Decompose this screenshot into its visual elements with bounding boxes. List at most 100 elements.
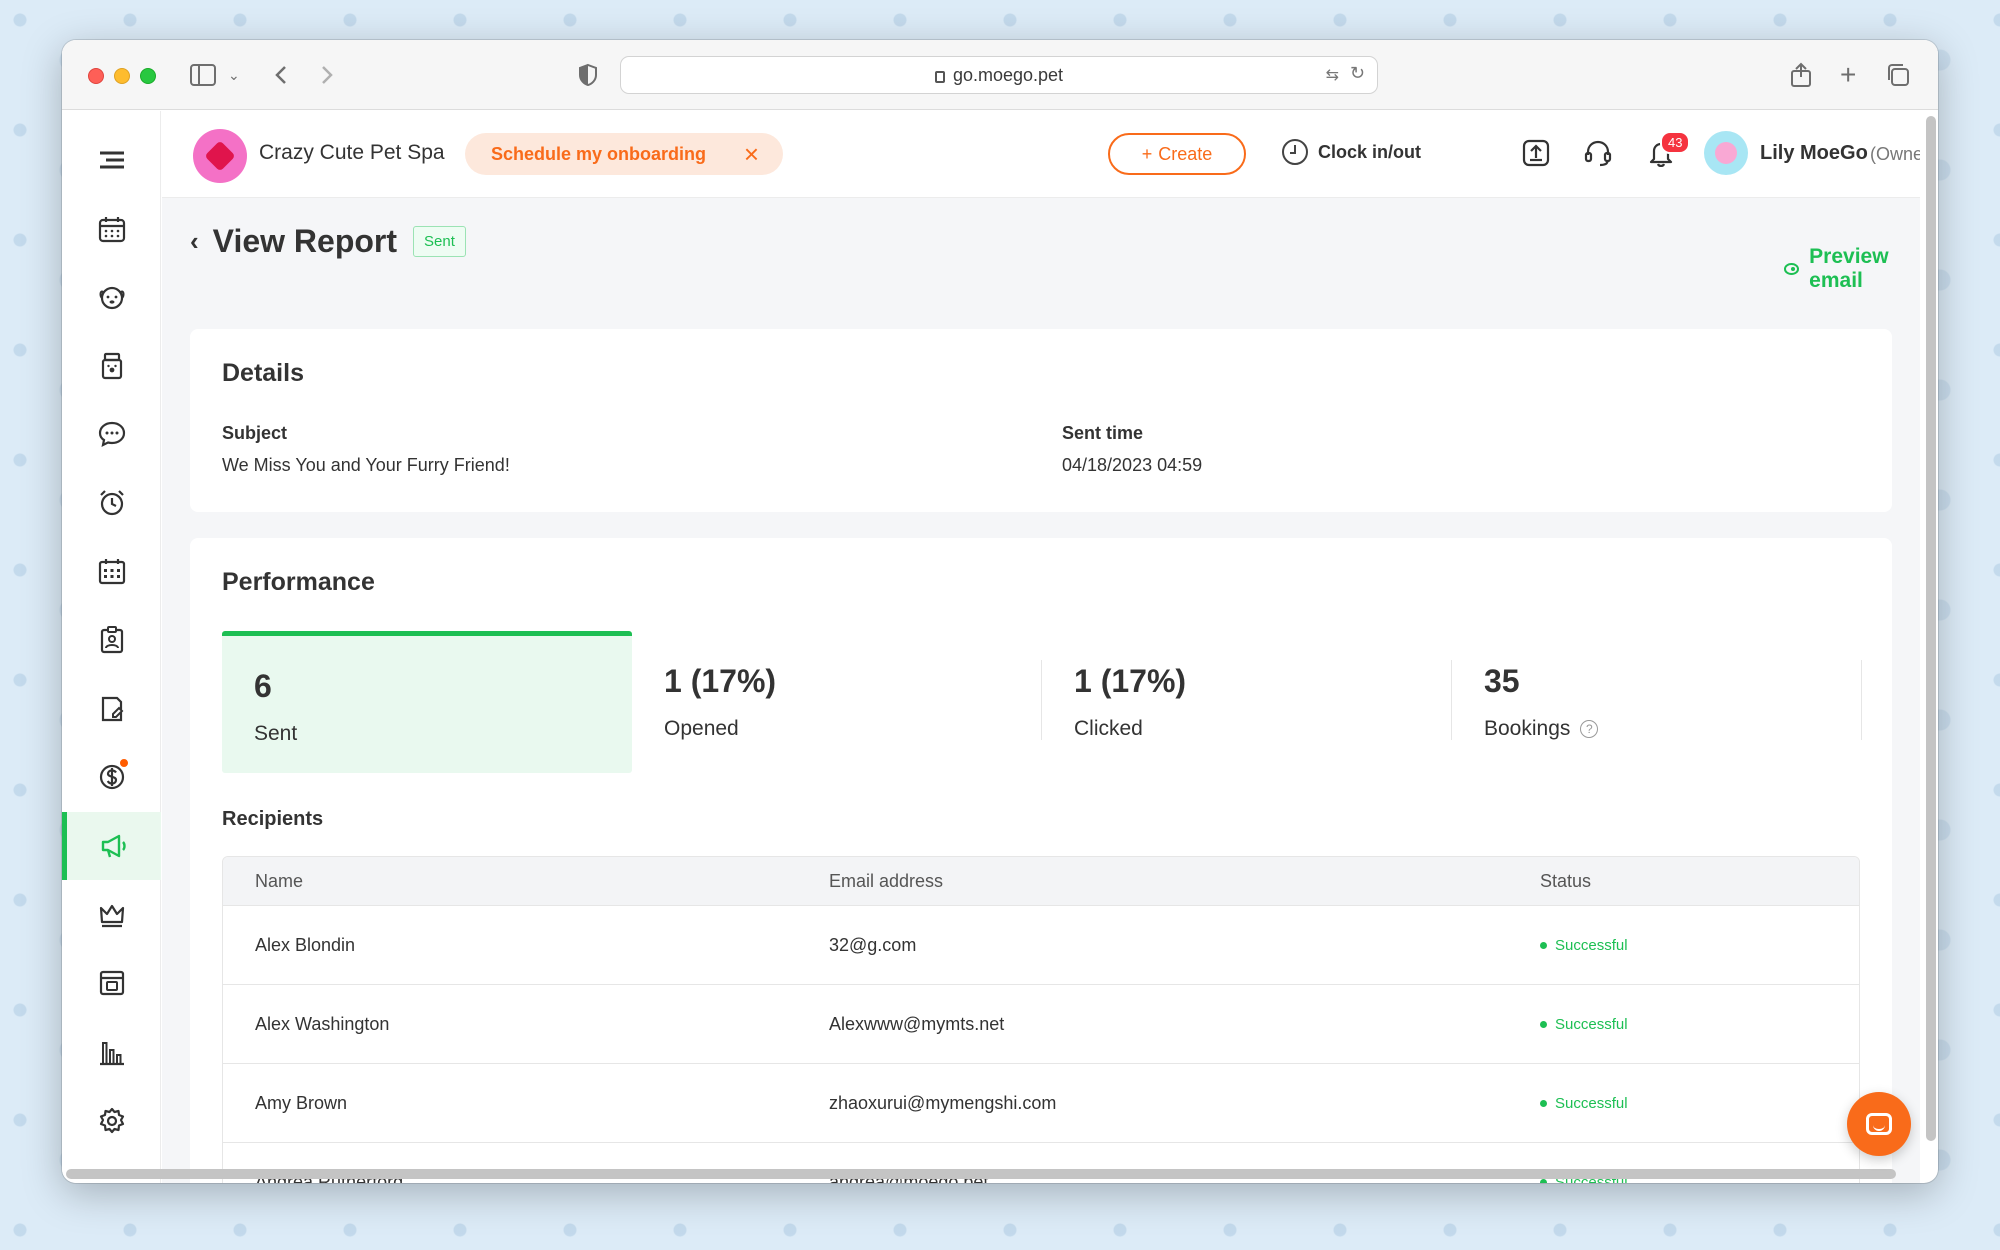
clock-in-out-button[interactable]: Clock in/out — [1282, 139, 1421, 165]
onboarding-label[interactable]: Schedule my onboarding — [491, 144, 706, 165]
stat-divider — [1861, 660, 1862, 740]
onboarding-banner[interactable]: Schedule my onboarding × — [465, 133, 783, 175]
status-badge: Sent — [413, 226, 466, 257]
create-label: Create — [1158, 143, 1213, 164]
plus-icon: + — [1141, 143, 1153, 164]
back-arrow-icon[interactable]: ‹ — [190, 226, 199, 257]
support-headset-icon[interactable] — [1582, 137, 1614, 169]
stat-label: Bookings? — [1484, 717, 1599, 741]
recipient-email: 32@g.com — [829, 934, 917, 955]
top-bar: Crazy Cute Pet Spa Schedule my onboardin… — [162, 111, 1920, 198]
column-header-status: Status — [1540, 870, 1592, 891]
status-badge: Successful — [1540, 937, 1628, 954]
sent-time-value: 04/18/2023 04:59 — [1062, 455, 1203, 475]
recipient-name: Amy Brown — [255, 1092, 348, 1113]
schedule-icon[interactable] — [62, 537, 161, 605]
avatar-image — [1715, 142, 1737, 164]
chevron-down-icon[interactable]: ⌄ — [228, 58, 240, 92]
column-header-name: Name — [255, 870, 304, 891]
chat-support-button[interactable] — [1847, 1092, 1911, 1156]
performance-title: Performance — [222, 568, 375, 596]
details-title: Details — [222, 359, 304, 387]
stat-value: 1 (17%) — [1074, 663, 1187, 699]
report-icon[interactable] — [62, 1018, 161, 1086]
notification-count-badge: 43 — [1660, 131, 1691, 154]
status-dot-icon — [1540, 1099, 1547, 1107]
details-card: Details Subject We Miss You and Your Fur… — [190, 329, 1892, 512]
client-icon[interactable] — [62, 606, 161, 674]
status-dot-icon — [1540, 1178, 1547, 1183]
recipient-name: Alex Blondin — [255, 934, 356, 955]
upload-icon[interactable] — [1520, 137, 1552, 169]
vertical-scrollbar[interactable] — [1926, 116, 1936, 1141]
status-badge: Successful — [1540, 1095, 1628, 1112]
preview-email-label: Preview email — [1809, 245, 1889, 292]
status-dot-icon — [1540, 941, 1547, 949]
reload-icon[interactable]: ↻ — [1350, 63, 1365, 84]
clock-label: Clock in/out — [1318, 141, 1421, 162]
app-sidebar — [62, 111, 161, 1183]
business-name[interactable]: Crazy Cute Pet Spa — [259, 141, 445, 165]
new-tab-icon[interactable]: + — [1840, 58, 1856, 92]
agreement-icon[interactable] — [62, 675, 161, 743]
stat-clicked[interactable]: 1 (17%) Clicked — [1042, 631, 1452, 773]
calendar-icon[interactable] — [62, 195, 161, 263]
tab-overview-icon[interactable] — [1886, 58, 1910, 92]
stat-label: Sent — [254, 722, 298, 745]
avatar[interactable] — [1704, 131, 1748, 175]
back-nav-icon[interactable] — [274, 58, 288, 92]
status-dot-icon — [1540, 1020, 1547, 1028]
retail-icon[interactable] — [62, 332, 161, 400]
stat-sent[interactable]: 6 Sent — [222, 631, 632, 773]
fullscreen-window-button[interactable] — [140, 68, 156, 84]
subject-value: We Miss You and Your Furry Friend! — [222, 455, 510, 475]
recipient-email: zhaoxurui@mymengshi.com — [829, 1092, 1057, 1113]
settings-icon[interactable] — [62, 1087, 161, 1155]
forward-nav-icon[interactable] — [320, 58, 334, 92]
share-icon[interactable] — [1790, 58, 1812, 92]
booking-icon[interactable] — [62, 949, 161, 1017]
url-text: go.moego.pet — [952, 64, 1064, 85]
sidebar-toggle-icon[interactable] — [188, 58, 218, 92]
stat-opened[interactable]: 1 (17%) Opened — [632, 631, 1042, 773]
stat-value: 35 — [1484, 663, 1520, 699]
stat-label: Clicked — [1074, 717, 1143, 740]
address-bar[interactable]: go.moego.pet ⇆ ↻ — [620, 56, 1378, 94]
close-icon[interactable]: × — [744, 139, 759, 170]
minimize-window-button[interactable] — [114, 68, 130, 84]
user-name[interactable]: Lily MoeGo — [1760, 142, 1868, 165]
table-row[interactable]: Alex Washington Alexwww@mymts.net Succes… — [223, 984, 1859, 1063]
message-icon[interactable] — [62, 400, 161, 468]
status-badge: Successful — [1540, 1016, 1628, 1033]
create-button[interactable]: + Create — [1108, 133, 1246, 175]
privacy-shield-icon[interactable] — [578, 58, 598, 92]
browser-toolbar: ⌄ go.moego.pet ⇆ ↻ + — [62, 40, 1938, 110]
payment-icon[interactable] — [62, 743, 161, 811]
browser-window: ⌄ go.moego.pet ⇆ ↻ + Crazy Cute Pet Spa … — [62, 40, 1938, 1183]
marketing-icon[interactable] — [62, 812, 161, 880]
menu-icon[interactable] — [62, 126, 161, 194]
horizontal-scrollbar[interactable] — [66, 1169, 1896, 1179]
page-title: View Report — [212, 223, 398, 259]
recipients-title: Recipients — [222, 808, 324, 830]
heart-icon — [204, 140, 236, 172]
clock-icon — [1282, 139, 1308, 165]
membership-icon[interactable] — [62, 881, 161, 949]
business-avatar[interactable] — [193, 129, 247, 183]
performance-card: Performance 6 Sent 1 (17%) Opened 1 (17%… — [190, 538, 1892, 1183]
stat-label: Opened — [664, 717, 739, 740]
lock-icon — [934, 71, 945, 83]
chat-icon — [1866, 1113, 1892, 1135]
preview-email-link[interactable]: Preview email — [1784, 245, 1920, 293]
stat-bookings[interactable]: 35 Bookings? — [1452, 631, 1862, 773]
table-header: Name Email address Status — [223, 857, 1859, 905]
table-row[interactable]: Alex Blondin 32@g.com Successful — [223, 905, 1859, 984]
stat-value: 6 — [254, 668, 272, 704]
close-window-button[interactable] — [88, 68, 104, 84]
reminder-icon[interactable] — [62, 469, 161, 537]
help-icon[interactable]: ? — [1580, 720, 1599, 738]
pet-icon[interactable] — [62, 263, 161, 331]
translate-icon[interactable]: ⇆ — [1326, 65, 1339, 85]
table-row[interactable]: Amy Brown zhaoxurui@mymengshi.com Succes… — [223, 1063, 1859, 1142]
subject-label: Subject — [222, 423, 288, 443]
